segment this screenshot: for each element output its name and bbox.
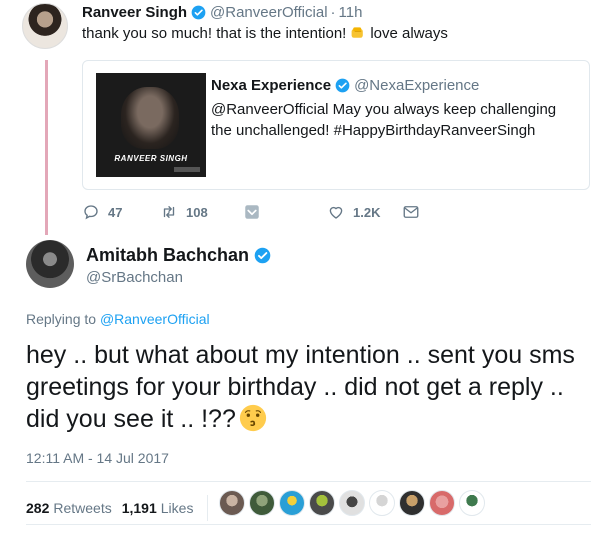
retweets-stat[interactable]: 282 Retweets bbox=[26, 500, 112, 516]
verified-badge-icon bbox=[191, 5, 206, 20]
main-author-name[interactable]: Amitabh Bachchan bbox=[86, 245, 249, 266]
main-tweet-author: Amitabh Bachchan bbox=[86, 245, 271, 266]
stats-divider-top bbox=[26, 481, 591, 482]
main-tweet-text: hey .. but what about my intention .. se… bbox=[26, 339, 596, 435]
liker-avatar[interactable] bbox=[339, 490, 365, 516]
verified-badge-icon bbox=[335, 78, 350, 93]
kissing-face-emoji-icon bbox=[239, 404, 266, 432]
retweets-count: 282 bbox=[26, 500, 50, 516]
liker-avatar[interactable] bbox=[219, 490, 245, 516]
amitabh-avatar[interactable] bbox=[26, 240, 74, 288]
verified-badge-icon bbox=[254, 247, 271, 264]
liker-avatar[interactable] bbox=[369, 490, 395, 516]
stats-vertical-divider bbox=[207, 495, 209, 521]
fist-emoji-icon bbox=[351, 27, 364, 38]
liker-avatar[interactable] bbox=[309, 490, 335, 516]
liker-avatar[interactable] bbox=[399, 490, 425, 516]
share-action[interactable] bbox=[243, 203, 261, 221]
replying-to-line: Replying to @RanveerOfficial bbox=[26, 311, 210, 327]
main-author-handle[interactable]: @SrBachchan bbox=[86, 269, 183, 286]
likes-count: 1,191 bbox=[121, 500, 157, 516]
liker-avatar[interactable] bbox=[459, 490, 485, 516]
reply-count: 47 bbox=[108, 204, 123, 220]
retweet-icon bbox=[163, 206, 175, 218]
reply-timestamp[interactable]: 11h bbox=[339, 4, 363, 21]
liker-avatar[interactable] bbox=[429, 490, 455, 516]
reply-text-before: thank you so much! that is the intention… bbox=[82, 25, 347, 42]
like-count: 1.2K bbox=[353, 204, 381, 220]
like-action[interactable]: 1.2K bbox=[327, 203, 380, 221]
reply-icon bbox=[84, 205, 98, 220]
envelope-icon bbox=[403, 206, 419, 218]
tweet-action-bar: 47 108 1.2K bbox=[82, 203, 582, 223]
retweet-action[interactable]: 108 bbox=[160, 203, 208, 221]
likes-stat[interactable]: 1,191 Likes bbox=[122, 500, 194, 516]
quoted-tweet-header: Nexa Experience @NexaExperience bbox=[211, 77, 479, 94]
liker-avatar[interactable] bbox=[249, 490, 275, 516]
retweet-count: 108 bbox=[186, 204, 208, 220]
reply-author-handle[interactable]: @RanveerOfficial bbox=[210, 4, 328, 21]
reply-tweet-header: Ranveer Singh @RanveerOfficial · 11h bbox=[82, 4, 362, 21]
portrait-figure bbox=[121, 87, 179, 149]
quoted-author-handle[interactable]: @NexaExperience bbox=[354, 77, 479, 94]
replying-prefix: Replying to bbox=[26, 311, 97, 327]
image-caption: RANVEER SINGH bbox=[114, 154, 188, 163]
quoted-tweet-image[interactable]: RANVEER SINGH bbox=[96, 73, 206, 177]
reply-author-name[interactable]: Ranveer Singh bbox=[82, 4, 187, 21]
reply-action[interactable]: 47 bbox=[82, 203, 122, 221]
replying-to-link[interactable]: @RanveerOfficial bbox=[100, 311, 210, 327]
quoted-tweet-text: @RanveerOfficial May you always keep cha… bbox=[211, 101, 557, 139]
main-tweet-timestamp[interactable]: 12:11 AM - 14 Jul 2017 bbox=[26, 450, 169, 466]
likes-label: Likes bbox=[160, 500, 194, 516]
heart-icon bbox=[329, 206, 343, 219]
reply-text-after: love always bbox=[370, 25, 448, 42]
liker-avatars bbox=[219, 490, 489, 518]
separator-dot: · bbox=[330, 4, 336, 21]
stats-divider-bottom bbox=[26, 524, 591, 525]
thread-connector-line bbox=[45, 60, 48, 235]
dm-share-icon bbox=[245, 205, 259, 219]
main-tweet-body: hey .. but what about my intention .. se… bbox=[26, 341, 575, 433]
reply-tweet-text: thank you so much! that is the intention… bbox=[82, 25, 448, 42]
ranveer-avatar[interactable] bbox=[22, 3, 68, 49]
quoted-tweet-card[interactable]: RANVEER SINGH Nexa Experience @NexaExper… bbox=[82, 60, 590, 190]
message-action[interactable] bbox=[402, 203, 420, 221]
liker-avatar[interactable] bbox=[279, 490, 305, 516]
engagement-stats: 282 Retweets 1,191 Likes bbox=[26, 495, 220, 521]
retweets-label: Retweets bbox=[53, 500, 112, 516]
quoted-author-name[interactable]: Nexa Experience bbox=[211, 77, 331, 94]
brand-logo-strip bbox=[174, 167, 200, 172]
